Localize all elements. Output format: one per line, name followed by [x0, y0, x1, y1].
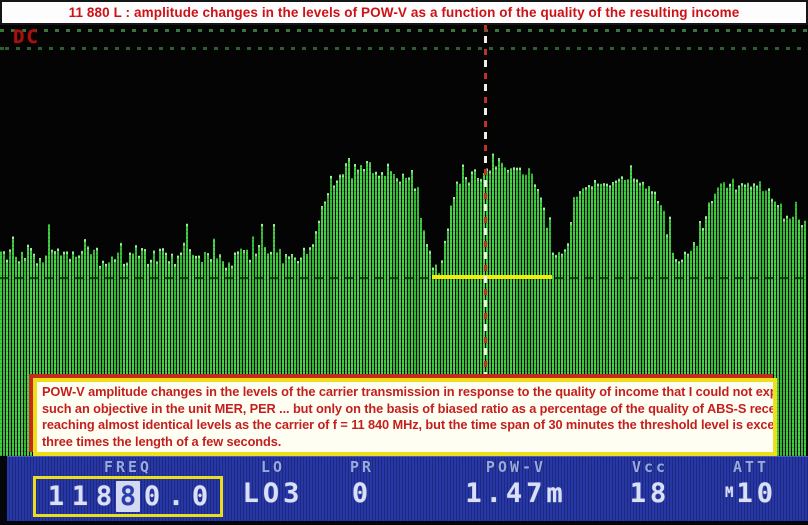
att-number: 10 — [736, 478, 777, 509]
lo-label: LO — [225, 458, 321, 476]
att-value: M10 — [708, 478, 794, 509]
freq-digit[interactable]: 0 — [140, 481, 164, 512]
lo-value: LO3 — [225, 478, 321, 509]
dc-mode-label: DC — [13, 26, 40, 48]
field-lo: LO LO3 — [225, 456, 321, 525]
title-bar: 11 880 L : amplitude changes in the leve… — [0, 0, 808, 25]
field-att: ATT M10 — [708, 456, 794, 525]
annotation-line-2: such an objective in the unit MER, PER .… — [42, 401, 768, 418]
pr-label: PR — [330, 458, 394, 476]
vcc-label: Vcc — [612, 458, 688, 476]
vcc-value: 18 — [612, 478, 688, 509]
graticule-dotted-row-top — [0, 29, 808, 32]
field-vcc: Vcc 18 — [612, 456, 688, 525]
att-mode-prefix: M — [725, 485, 734, 501]
freq-label: FREQ — [26, 458, 230, 476]
freq-digit[interactable]: 1 — [68, 481, 92, 512]
annotation-box: POW-V amplitude changes in the levels of… — [33, 378, 777, 456]
freq-digit-cursor[interactable]: 8 — [116, 481, 140, 512]
frequency-marker-cursor[interactable] — [484, 25, 487, 380]
annotation-line-1: POW-V amplitude changes in the levels of… — [42, 384, 768, 401]
freq-digit[interactable]: 8 — [92, 481, 116, 512]
status-bar-bottom-edge — [0, 521, 808, 525]
status-bar: FREQ 11880.0 LO LO3 PR 0 POW-V 1.47m Vcc… — [0, 456, 808, 525]
threshold-dashed-line — [0, 277, 808, 279]
annotation-line-3: reaching almost identical levels as the … — [42, 417, 768, 434]
powv-value: 1.47m — [440, 478, 592, 509]
page-title: 11 880 L : amplitude changes in the leve… — [69, 5, 740, 20]
status-bar-left-edge — [0, 456, 7, 525]
att-label: ATT — [708, 458, 794, 476]
freq-digit[interactable]: 0 — [188, 481, 212, 512]
pr-value: 0 — [330, 478, 394, 509]
threshold-highlight-segment — [432, 275, 552, 279]
field-freq: FREQ 11880.0 — [26, 456, 230, 525]
field-pr: PR 0 — [330, 456, 394, 525]
meter-screen: { "title_bar": { "text": "11 880 L : amp… — [0, 0, 808, 525]
powv-label: POW-V — [440, 458, 592, 476]
graticule-dotted-row-second — [0, 47, 808, 50]
freq-digit[interactable]: . — [164, 481, 188, 512]
freq-value-box[interactable]: 11880.0 — [33, 476, 223, 517]
annotation-line-4: three times the length of a few seconds. — [42, 434, 768, 451]
field-powv: POW-V 1.47m — [440, 456, 592, 525]
freq-value[interactable]: 11880.0 — [44, 481, 212, 512]
freq-digit[interactable]: 1 — [44, 481, 68, 512]
